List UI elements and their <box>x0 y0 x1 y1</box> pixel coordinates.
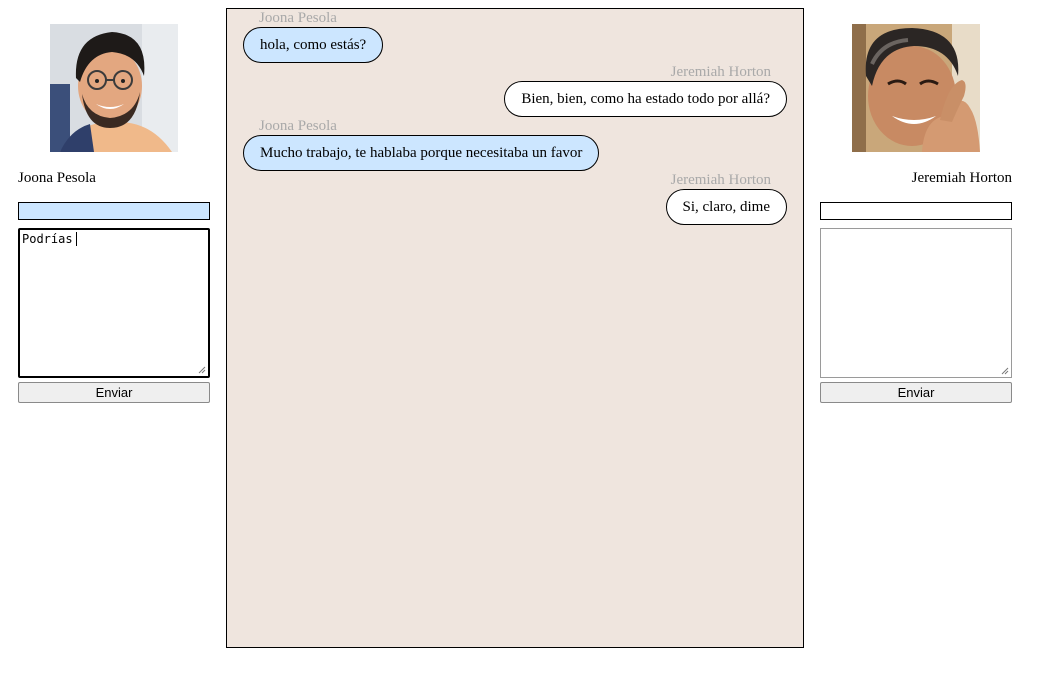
message-sender: Joona Pesola <box>259 10 337 26</box>
message-bubble: Bien, bien, como ha estado todo por allá… <box>504 81 787 117</box>
avatar-joona <box>50 24 178 152</box>
message-sender: Jeremiah Horton <box>670 172 771 188</box>
user-name-right: Jeremiah Horton <box>911 170 1012 186</box>
avatar-jeremiah <box>852 24 980 152</box>
send-button-left[interactable]: Enviar <box>18 382 210 403</box>
message-bubble: Mucho trabajo, te hablaba porque necesit… <box>243 135 600 171</box>
name-field-left[interactable] <box>18 202 210 220</box>
message-bubble: Si, claro, dime <box>665 189 787 225</box>
message-sender: Jeremiah Horton <box>670 64 771 80</box>
message-textarea-right[interactable] <box>820 228 1012 378</box>
avatar-photo-icon <box>852 24 980 152</box>
resize-grip-icon[interactable] <box>198 366 206 374</box>
resize-grip-icon[interactable] <box>1001 367 1009 375</box>
name-field-right[interactable] <box>820 202 1012 220</box>
text-caret <box>75 232 77 246</box>
avatar-photo-icon <box>50 24 178 152</box>
chat-transcript: Joona Pesola hola, como estás? Jeremiah … <box>226 8 804 648</box>
message-bubble: hola, como estás? <box>243 27 384 63</box>
message-textarea-left[interactable]: Podrías <box>18 228 210 378</box>
message-draft-text: Podrías <box>22 232 73 246</box>
send-button-right[interactable]: Enviar <box>820 382 1012 403</box>
message-sender: Joona Pesola <box>259 118 337 134</box>
user-name-left: Joona Pesola <box>18 170 96 186</box>
